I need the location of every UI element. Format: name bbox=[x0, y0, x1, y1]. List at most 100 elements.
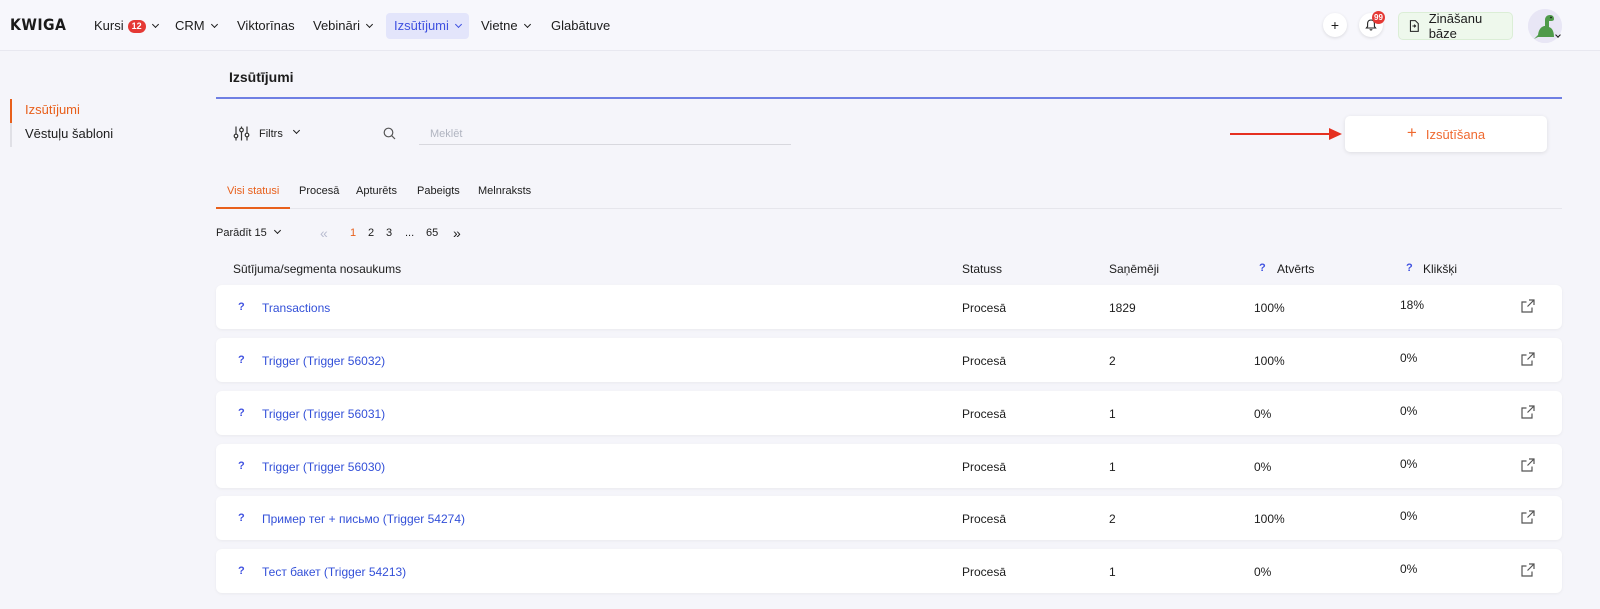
external-link-icon[interactable] bbox=[1520, 404, 1536, 420]
tab-completed[interactable]: Pabeigts bbox=[406, 178, 471, 209]
chevron-down-icon bbox=[292, 126, 300, 135]
page-size-label: Parādīt 15 bbox=[216, 227, 267, 239]
clicks-value: 18% bbox=[1400, 298, 1425, 312]
opened-value: 100% bbox=[1254, 512, 1285, 526]
status-value: Procesā bbox=[962, 565, 1007, 579]
nav-item-glabatuve[interactable]: Glabātuve bbox=[543, 13, 618, 39]
help-icon[interactable]: ? bbox=[238, 301, 245, 313]
chevron-down-icon bbox=[454, 20, 462, 29]
nav-item-kursi[interactable]: Kursi 12 bbox=[86, 13, 166, 39]
column-header-name: Sūtījuma/segmenta nosaukums bbox=[233, 262, 402, 276]
sliders-icon bbox=[233, 126, 250, 141]
clicks-value: 0% bbox=[1400, 562, 1418, 576]
recipients-value: 1 bbox=[1109, 407, 1116, 421]
mailing-name-link[interactable]: Transactions bbox=[262, 301, 330, 315]
page-number[interactable]: 2 bbox=[368, 227, 374, 239]
filter-label: Filtrs bbox=[259, 127, 283, 140]
column-header-recipients: Saņēmēji bbox=[1109, 262, 1160, 276]
status-value: Procesā bbox=[962, 460, 1007, 474]
mailing-name-link[interactable]: Пример тег + письмо (Trigger 54274) bbox=[262, 512, 465, 526]
status-value: Procesā bbox=[962, 407, 1007, 421]
avatar[interactable] bbox=[1528, 9, 1562, 43]
status-value: Procesā bbox=[962, 354, 1007, 368]
chevron-down-icon bbox=[273, 226, 281, 234]
tab-in-progress[interactable]: Procesā bbox=[288, 178, 350, 209]
nav-item-vietne[interactable]: Vietne bbox=[473, 13, 538, 39]
sidebar: Izsūtījumi Vēstuļu šabloni bbox=[10, 99, 113, 147]
table-row: ? Trigger (Trigger 56030) Procesā 1 0% 0… bbox=[216, 444, 1562, 488]
column-header-clicks: Klikšķi bbox=[1423, 262, 1458, 276]
knowledge-base-label: Zināšanu bāze bbox=[1428, 11, 1483, 41]
tab-paused[interactable]: Apturēts bbox=[345, 178, 408, 209]
clicks-value: 0% bbox=[1400, 351, 1418, 365]
help-icon[interactable]: ? bbox=[238, 354, 245, 366]
recipients-value: 2 bbox=[1109, 512, 1116, 526]
help-icon[interactable]: ? bbox=[1259, 262, 1266, 274]
page-number[interactable]: 65 bbox=[426, 227, 438, 239]
new-mailing-label: Izsūtīšana bbox=[1425, 126, 1486, 142]
nav-item-label: Vebināri bbox=[313, 18, 360, 33]
red-arrow-annotation bbox=[1230, 128, 1342, 140]
page-ellipsis: ... bbox=[405, 227, 415, 239]
status-value: Procesā bbox=[962, 512, 1007, 526]
last-page-icon[interactable]: » bbox=[453, 225, 461, 241]
sidebar-item-izsutijumi[interactable]: Izsūtījumi bbox=[10, 99, 113, 123]
help-icon[interactable]: ? bbox=[238, 565, 245, 577]
nav-item-label: Kursi bbox=[94, 18, 124, 33]
filter-dropdown[interactable]: Filtrs bbox=[233, 125, 300, 142]
new-mailing-button[interactable]: + Izsūtīšana bbox=[1345, 116, 1547, 152]
page-number[interactable]: 1 bbox=[350, 227, 356, 239]
sidebar-item-templates[interactable]: Vēstuļu šabloni bbox=[10, 123, 113, 147]
search-input[interactable] bbox=[419, 123, 791, 145]
nav-item-label: Viktorīnas bbox=[237, 18, 295, 33]
document-link-icon bbox=[1409, 20, 1419, 32]
nav-item-label: Glabātuve bbox=[551, 18, 611, 33]
external-link-icon[interactable] bbox=[1520, 509, 1536, 525]
nav-item-crm[interactable]: CRM bbox=[167, 13, 225, 39]
tab-drafts[interactable]: Melnraksts bbox=[467, 178, 542, 209]
table-row: ? Trigger (Trigger 56031) Procesā 1 0% 0… bbox=[216, 391, 1562, 435]
column-header-status: Statuss bbox=[962, 262, 1003, 276]
external-link-icon[interactable] bbox=[1520, 457, 1536, 473]
status-tabs: Visi statusi Procesā Apturēts Pabeigts M… bbox=[216, 178, 1562, 209]
page-title: Izsūtījumi bbox=[229, 69, 294, 85]
external-link-icon[interactable] bbox=[1520, 562, 1536, 578]
nav-item-label: CRM bbox=[175, 18, 205, 33]
clicks-value: 0% bbox=[1400, 404, 1418, 418]
table-row: ? Transactions Procesā 1829 100% 18% bbox=[216, 285, 1562, 329]
knowledge-base-button[interactable]: Zināšanu bāze bbox=[1398, 11, 1513, 41]
opened-value: 100% bbox=[1254, 301, 1285, 315]
external-link-icon[interactable] bbox=[1520, 351, 1536, 367]
nav-item-label: Izsūtījumi bbox=[394, 18, 449, 33]
plus-icon: + bbox=[1330, 17, 1340, 33]
tab-all-statuses[interactable]: Visi statusi bbox=[216, 178, 291, 209]
top-navigation: KWIGA Kursi 12 CRM Viktorīnas Vebināri Iz… bbox=[0, 0, 1600, 51]
mailing-name-link[interactable]: Trigger (Trigger 56032) bbox=[262, 354, 385, 368]
table-row: ? Тест бакет (Trigger 54213) Procesā 1 0… bbox=[216, 549, 1562, 593]
help-icon[interactable]: ? bbox=[238, 407, 245, 419]
status-value: Procesā bbox=[962, 301, 1007, 315]
mailing-name-link[interactable]: Trigger (Trigger 56030) bbox=[262, 460, 385, 474]
recipients-value: 1 bbox=[1109, 460, 1116, 474]
help-icon[interactable]: ? bbox=[1406, 262, 1413, 274]
first-page-icon[interactable]: « bbox=[320, 225, 328, 241]
opened-value: 100% bbox=[1254, 354, 1285, 368]
notification-count-badge: 99 bbox=[1372, 11, 1385, 24]
recipients-value: 1 bbox=[1109, 565, 1116, 579]
external-link-icon[interactable] bbox=[1520, 298, 1536, 314]
dinosaur-avatar-icon bbox=[1528, 9, 1562, 43]
mailing-name-link[interactable]: Тест бакет (Trigger 54213) bbox=[262, 565, 406, 579]
nav-item-izsutijumi[interactable]: Izsūtījumi bbox=[386, 13, 469, 39]
nav-item-vebinari[interactable]: Vebināri bbox=[305, 13, 380, 39]
nav-item-viktorinas[interactable]: Viktorīnas bbox=[229, 13, 303, 39]
help-icon[interactable]: ? bbox=[238, 460, 245, 472]
table-row: ? Пример тег + письмо (Trigger 54274) Pr… bbox=[216, 496, 1562, 540]
help-icon[interactable]: ? bbox=[238, 512, 245, 524]
search-icon bbox=[383, 127, 396, 140]
clicks-value: 0% bbox=[1400, 457, 1418, 471]
add-button[interactable]: + bbox=[1323, 13, 1347, 37]
page-size-select[interactable]: Parādīt 15 bbox=[216, 226, 281, 239]
mailing-name-link[interactable]: Trigger (Trigger 56031) bbox=[262, 407, 385, 421]
logo[interactable]: KWIGA bbox=[10, 15, 66, 34]
page-number[interactable]: 3 bbox=[386, 227, 392, 239]
